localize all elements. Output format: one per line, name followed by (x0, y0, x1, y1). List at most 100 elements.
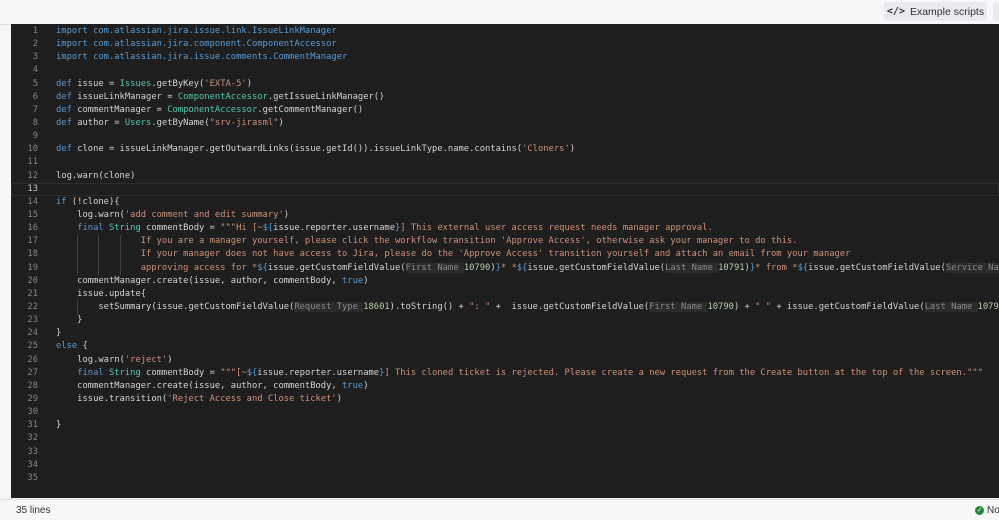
code-token: import com.atlassian.jira.issue.comments… (56, 52, 348, 63)
code-text: def clone = issueLinkManager.getOutwardL… (56, 143, 575, 156)
code-token: ${ (797, 262, 809, 273)
code-token: ": " (469, 301, 491, 312)
line-number: 1 (32, 26, 38, 36)
code-line[interactable]: 19 approving access for *${issue.getCust… (11, 261, 999, 275)
code-line[interactable]: 21 issue.update{ (11, 288, 999, 301)
code-line[interactable]: 4 (11, 64, 999, 77)
line-number: 34 (27, 459, 38, 470)
code-line[interactable]: 20 commentManager.create(issue, author, … (11, 275, 999, 288)
code-line[interactable]: 14 if (!clone){ (11, 196, 999, 209)
code-token: } (56, 328, 62, 339)
toolbar-button-partial[interactable] (993, 2, 999, 21)
line-count: 35 lines (16, 505, 51, 516)
code-line[interactable]: 7 def commentManager = ComponentAccessor.… (11, 104, 999, 117)
code-token: ) + (733, 301, 756, 312)
code-token: issue.getCustomFieldValue( (267, 262, 406, 273)
line-number: 16 (27, 223, 38, 234)
code-line[interactable]: 22 setSummary(issue.getCustomFieldValue(… (11, 300, 999, 315)
code-line[interactable]: 28 commentManager.create(issue, author, … (11, 380, 999, 393)
line-number: 27 (27, 367, 38, 378)
code-text: commentManager.create(issue, author, com… (56, 380, 368, 393)
code-token: String (108, 223, 147, 234)
code-token: ${ (516, 262, 528, 273)
line-number: 29 (27, 393, 38, 404)
code-token: true (342, 380, 364, 391)
code-token: ${ (262, 223, 274, 234)
code-text: log.warn('add comment and edit summary') (56, 209, 289, 222)
code-line[interactable]: 15 log.warn('add comment and edit summar… (11, 209, 999, 222)
example-scripts-button[interactable]: </> Example scripts (884, 2, 987, 21)
code-text: } (56, 327, 61, 340)
code-token: def (56, 78, 78, 89)
code-line[interactable]: 9 (11, 130, 999, 143)
code-token: else (56, 341, 83, 352)
code-token: import com.atlassian.jira.component.Comp… (56, 39, 337, 50)
code-token: .getByKey( (151, 78, 205, 89)
code-token: 'Reject Access and Close ticket' (167, 393, 337, 404)
code-line[interactable]: 33 (11, 446, 999, 459)
code-text: def author = Users.getByName("srv-jirasm… (56, 117, 284, 130)
inlay-hint: Service Na (945, 262, 999, 273)
inlay-hint: Last Name (665, 262, 719, 273)
example-scripts-label: Example scripts (909, 5, 985, 18)
code-token: 1079 (977, 301, 999, 312)
code-line[interactable]: 35 (11, 472, 999, 485)
code-line[interactable]: 31} (11, 419, 999, 432)
line-number: 3 (32, 52, 38, 63)
code-token: issue.getCustomFieldValue( (527, 262, 666, 273)
line-number: 8 (32, 117, 38, 128)
code-token: ${ (257, 262, 268, 273)
code-line[interactable]: 11 (11, 156, 999, 169)
code-token: Issues (119, 78, 152, 89)
code-token: { (82, 341, 88, 352)
code-token: ) (167, 354, 173, 365)
code-token: issue.reporter.username (273, 223, 395, 234)
code-text: log.warn(clone) (56, 170, 135, 183)
inlay-hint: First Name (649, 301, 708, 312)
code-line[interactable]: 23 } (11, 314, 999, 327)
code-line[interactable]: 27 final String commentBody = """[~${iss… (11, 367, 999, 380)
code-text: } (56, 314, 82, 327)
code-line[interactable]: 5 def issue = Issues.getByKey('EXTA-5') (11, 78, 999, 91)
code-token: 18601 (363, 301, 390, 312)
line-number: 26 (27, 354, 38, 365)
code-token: * from * (755, 262, 798, 273)
code-line[interactable]: 26 log.warn('reject') (11, 354, 999, 367)
code-token: issueLinkManager = (77, 91, 178, 102)
validation-label: No (987, 505, 999, 516)
code-text: approving access for *${issue.getCustomF… (56, 262, 999, 275)
line-number: 4 (32, 65, 38, 76)
code-line[interactable]: 8 def author = Users.getByName("srv-jiras… (11, 117, 999, 130)
code-token: if (56, 196, 72, 207)
code-line[interactable]: 13 (11, 183, 999, 196)
code-line[interactable]: 1 import com.atlassian.jira.issue.link.Is… (11, 25, 999, 38)
code-line[interactable]: 3 import com.atlassian.jira.issue.comment… (11, 51, 999, 64)
code-token: issue.transition( (56, 393, 168, 404)
code-token: String (108, 367, 147, 378)
code-editor[interactable]: 1 import com.atlassian.jira.issue.link.Is… (11, 24, 999, 498)
code-line[interactable]: 10 def clone = issueLinkManager.getOutwar… (11, 143, 999, 156)
line-number: 18 (27, 249, 38, 260)
code-line[interactable]: 16 final String commentBody = """Hi [~${… (11, 222, 999, 235)
code-token: clone = issueLinkManager.getOutwardLinks… (77, 144, 523, 155)
code-token: """Hi [~ (220, 223, 263, 234)
inlay-hint: First Name (405, 262, 464, 273)
code-line[interactable]: 29 issue.transition('Reject Access and C… (11, 393, 999, 406)
code-line[interactable]: 17 If you are a manager yourself, please… (11, 235, 999, 249)
code-line[interactable]: 6 def issueLinkManager = ComponentAccesso… (11, 91, 999, 104)
validation-status[interactable]: ✓ No (975, 505, 999, 516)
code-line[interactable]: 24} (11, 327, 999, 340)
code-line[interactable]: 34 (11, 459, 999, 472)
code-text: def commentManager = ComponentAccessor.g… (56, 104, 363, 117)
code-token: commentManager.create(issue, author, com… (56, 380, 342, 391)
line-number: 33 (27, 446, 38, 457)
code-line[interactable]: 18 If your manager does not have access … (11, 248, 999, 262)
line-number: 12 (27, 170, 38, 181)
code-token: commentBody = (146, 223, 221, 234)
code-line[interactable]: 25 else { (11, 340, 999, 353)
code-line[interactable]: 2 import com.atlassian.jira.component.Com… (11, 38, 999, 51)
line-number: 10 (27, 144, 38, 155)
code-line[interactable]: 30 (11, 406, 999, 419)
code-line[interactable]: 12 log.warn(clone) (11, 170, 999, 183)
code-line[interactable]: 32 (11, 432, 999, 445)
